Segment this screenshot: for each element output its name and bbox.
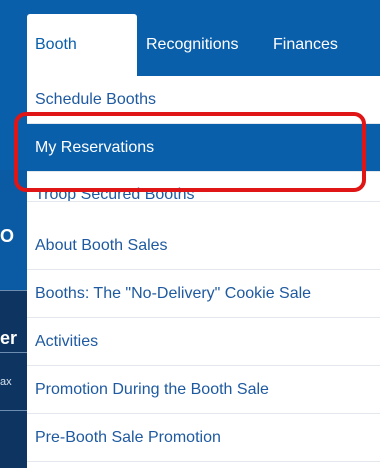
menu-item-schedule-booths[interactable]: Schedule Booths <box>27 76 380 124</box>
background-divider <box>0 352 30 353</box>
background-text-fragment: er <box>0 328 18 348</box>
tab-recognitions[interactable]: Recognitions <box>146 14 239 76</box>
menu-item-label: Schedule Booths <box>35 90 156 108</box>
menu-item-about-booth-sales[interactable]: About Booth Sales <box>27 222 380 270</box>
booth-dropdown-menu: Schedule Booths My Reservations Troop Se… <box>27 76 380 468</box>
menu-item-label: About Booth Sales <box>35 236 168 254</box>
background-text-fragment: ax <box>0 376 12 388</box>
tab-finances[interactable]: Finances <box>273 14 338 76</box>
menu-item-label: Troop Secured Booths <box>35 186 195 202</box>
menu-item-label: Booths: The "No-Delivery" Cookie Sale <box>35 284 312 302</box>
menu-item-label: Promotion During the Booth Sale <box>35 380 269 398</box>
menu-item-label: Activities <box>35 332 99 350</box>
background-divider <box>0 410 30 411</box>
menu-item-activities[interactable]: Activities <box>27 318 380 366</box>
background-divider <box>0 290 30 291</box>
menu-item-troop-secured-booths[interactable]: Troop Secured Booths <box>27 180 380 202</box>
tab-booth[interactable]: Booth <box>27 14 137 76</box>
menu-item-label: My Reservations <box>35 138 155 156</box>
menu-item-label: Pre-Booth Sale Promotion <box>35 428 221 446</box>
menu-item-promotion-during-booth-sale[interactable]: Promotion During the Booth Sale <box>27 366 380 414</box>
menu-item-my-reservations[interactable]: My Reservations <box>27 124 380 172</box>
menu-item-no-delivery-cookie-sale[interactable]: Booths: The "No-Delivery" Cookie Sale <box>27 270 380 318</box>
menu-item-pre-booth-sale-promotion[interactable]: Pre-Booth Sale Promotion <box>27 414 380 462</box>
background-text-fragment: O <box>0 226 15 246</box>
